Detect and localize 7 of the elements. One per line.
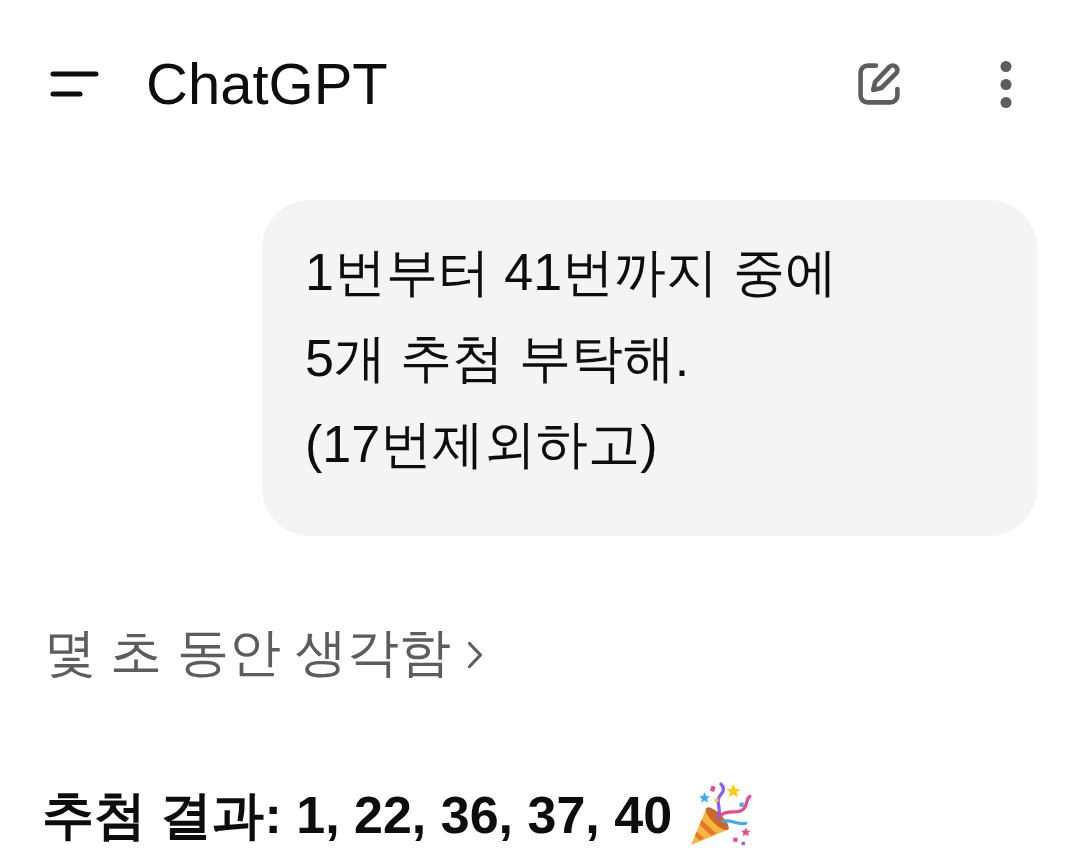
app-title: ChatGPT xyxy=(146,55,388,113)
message-text: 1번부터 41번까지 중에 5개 추첨 부탁해. (17번제외하고) xyxy=(305,242,838,475)
thinking-toggle[interactable]: 몇 초 동안 생각함 xyxy=(44,620,484,684)
edit-icon[interactable] xyxy=(855,60,903,108)
menu-icon[interactable] xyxy=(50,70,100,98)
more-options-icon[interactable] xyxy=(999,60,1013,108)
answer-text: 추첨 결과: 1, 22, 36, 37, 40 xyxy=(42,785,673,846)
